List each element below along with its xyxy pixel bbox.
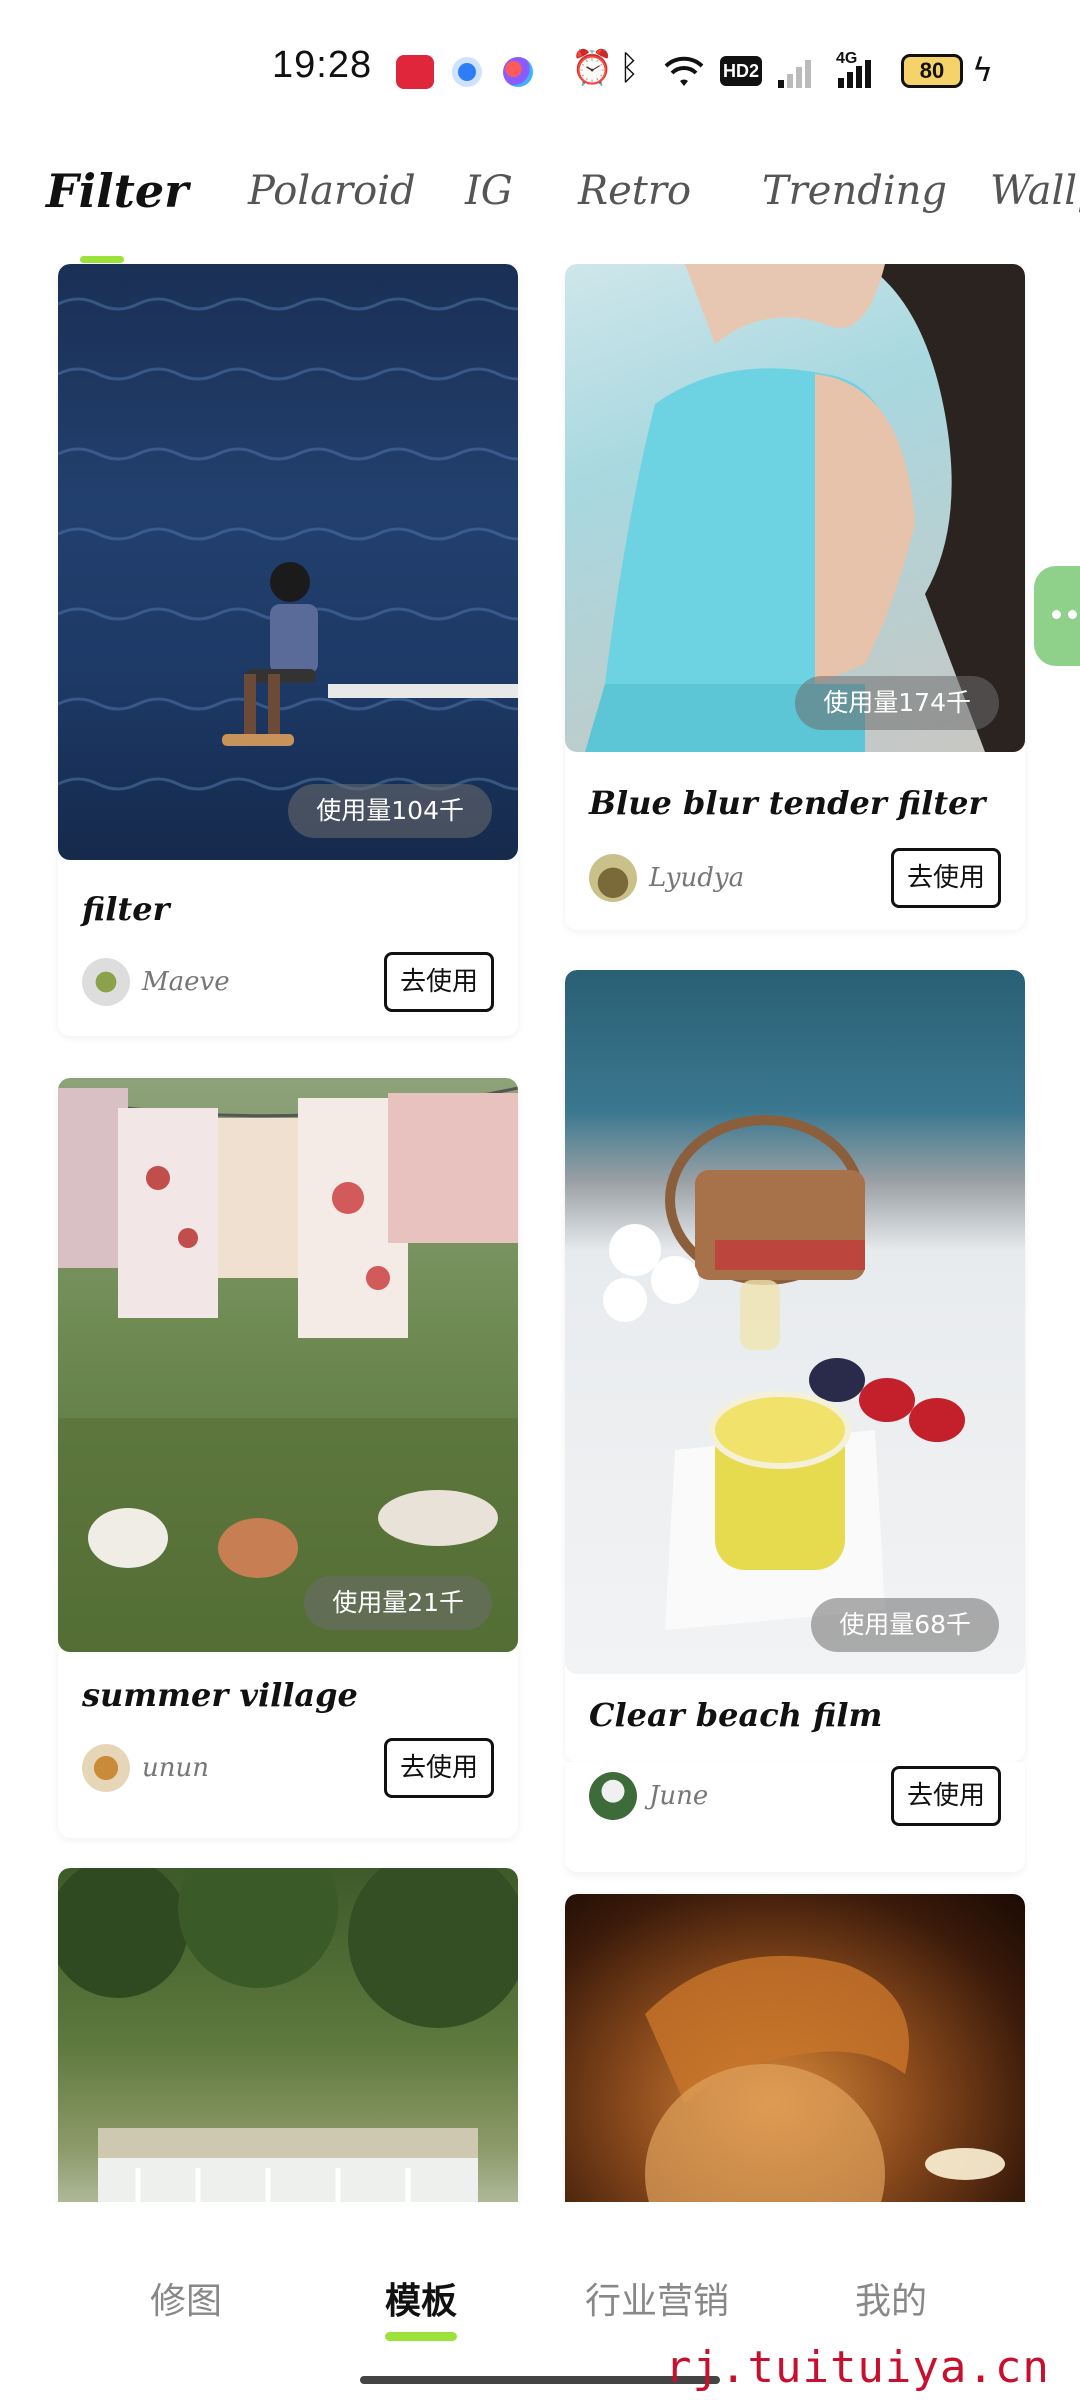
use-template-button[interactable]: 去使用 — [384, 952, 494, 1012]
tab-polaroid[interactable]: Polaroid — [248, 168, 416, 214]
nav-templates[interactable]: 模板 — [385, 2272, 457, 2324]
template-title: Blue blur tender filter — [589, 784, 986, 822]
usage-count-badge: 使用量174千 — [795, 676, 999, 730]
template-image[interactable]: 使用量68千 — [565, 970, 1025, 1674]
use-template-button[interactable]: 去使用 — [891, 848, 1001, 908]
active-nav-indicator — [385, 2332, 457, 2341]
template-card[interactable] — [565, 1894, 1025, 2202]
tab-retro[interactable]: Retro — [578, 168, 691, 214]
handle-dot — [1068, 610, 1077, 619]
usage-count-badge: 使用量104千 — [288, 784, 492, 838]
template-card[interactable]: 使用量21千 summer village unun 去使用 — [58, 1078, 518, 1838]
author-name: unun — [142, 1753, 209, 1783]
template-image[interactable] — [58, 1868, 518, 2202]
author-avatar — [82, 958, 130, 1006]
nav-industry-marketing[interactable]: 行业营销 — [585, 2272, 729, 2324]
template-card[interactable] — [58, 1868, 518, 2202]
tab-filter[interactable]: Filter — [46, 164, 188, 218]
template-card-footer: June 去使用 — [565, 1762, 1025, 1872]
template-image[interactable]: 使用量21千 — [58, 1078, 518, 1652]
author: June — [589, 1772, 708, 1820]
author: Maeve — [82, 958, 230, 1006]
author: unun — [82, 1744, 209, 1792]
signal-strong-icon — [838, 56, 876, 88]
author: Lyudya — [589, 854, 744, 902]
battery-icon: 80 — [901, 54, 963, 88]
ocean-waves-illustration — [58, 297, 518, 791]
signal-weak-icon — [778, 56, 816, 88]
bluetooth-icon: ᛒ — [619, 48, 640, 88]
app-notification-icon — [452, 57, 482, 87]
xiaohongshu-notification-icon — [396, 55, 434, 89]
template-title: summer village — [82, 1676, 358, 1714]
author-name: June — [649, 1781, 709, 1811]
template-feed[interactable]: 使用量104千 filter Maeve 去使用 使用量174千 Blue bl… — [0, 264, 1080, 2202]
charging-icon: ϟ — [972, 51, 994, 89]
alarm-icon: ⏰ — [571, 48, 614, 88]
waterfall-forest-illustration — [58, 1868, 518, 2202]
author-name: Maeve — [142, 967, 230, 997]
nav-edit-photo[interactable]: 修图 — [150, 2272, 222, 2324]
clothesline-chickens-illustration — [58, 1086, 518, 1652]
template-title: filter — [82, 890, 170, 928]
watermark-text: rj.tuituiya.cn — [665, 2342, 1050, 2393]
floating-side-handle[interactable] — [1034, 566, 1080, 666]
portrait-warm-light-illustration — [645, 1955, 1005, 2202]
template-title: Clear beach film — [589, 1696, 883, 1734]
use-template-button[interactable]: 去使用 — [384, 1738, 494, 1798]
author-avatar — [589, 854, 637, 902]
status-time: 19:28 — [272, 44, 373, 86]
hd-voice-icon: HD2 — [720, 56, 762, 86]
tab-wallpaper[interactable]: Wallpa — [990, 168, 1080, 214]
author-avatar — [589, 1772, 637, 1820]
template-card[interactable]: 使用量174千 Blue blur tender filter Lyudya 去… — [565, 264, 1025, 930]
tab-ig[interactable]: IG — [465, 168, 513, 214]
handle-dot — [1052, 610, 1061, 619]
category-tabs: Filter Polaroid IG Retro Trending Wallpa — [0, 150, 1080, 260]
author-name: Lyudya — [649, 863, 745, 893]
template-card[interactable]: 使用量68千 Clear beach film — [565, 970, 1025, 1762]
wifi-icon — [664, 56, 704, 86]
author-avatar — [82, 1744, 130, 1792]
usage-count-badge: 使用量21千 — [304, 1576, 492, 1630]
template-image[interactable]: 使用量104千 — [58, 264, 518, 860]
use-template-button[interactable]: 去使用 — [891, 1766, 1001, 1826]
picnic-basket-cake-illustration — [603, 1115, 965, 1630]
template-image[interactable]: 使用量174千 — [565, 264, 1025, 752]
nav-me[interactable]: 我的 — [855, 2272, 927, 2324]
template-image[interactable] — [565, 1894, 1025, 2202]
template-card[interactable]: 使用量104千 filter Maeve 去使用 — [58, 264, 518, 1036]
active-tab-indicator — [80, 256, 124, 263]
status-bar: 19:28 ⏰ ᛒ HD2 4G 80 ϟ — [0, 0, 1080, 140]
app-notification-icon-2 — [503, 57, 533, 87]
usage-count-badge: 使用量68千 — [811, 1598, 999, 1652]
tab-trending[interactable]: Trending — [762, 168, 947, 214]
